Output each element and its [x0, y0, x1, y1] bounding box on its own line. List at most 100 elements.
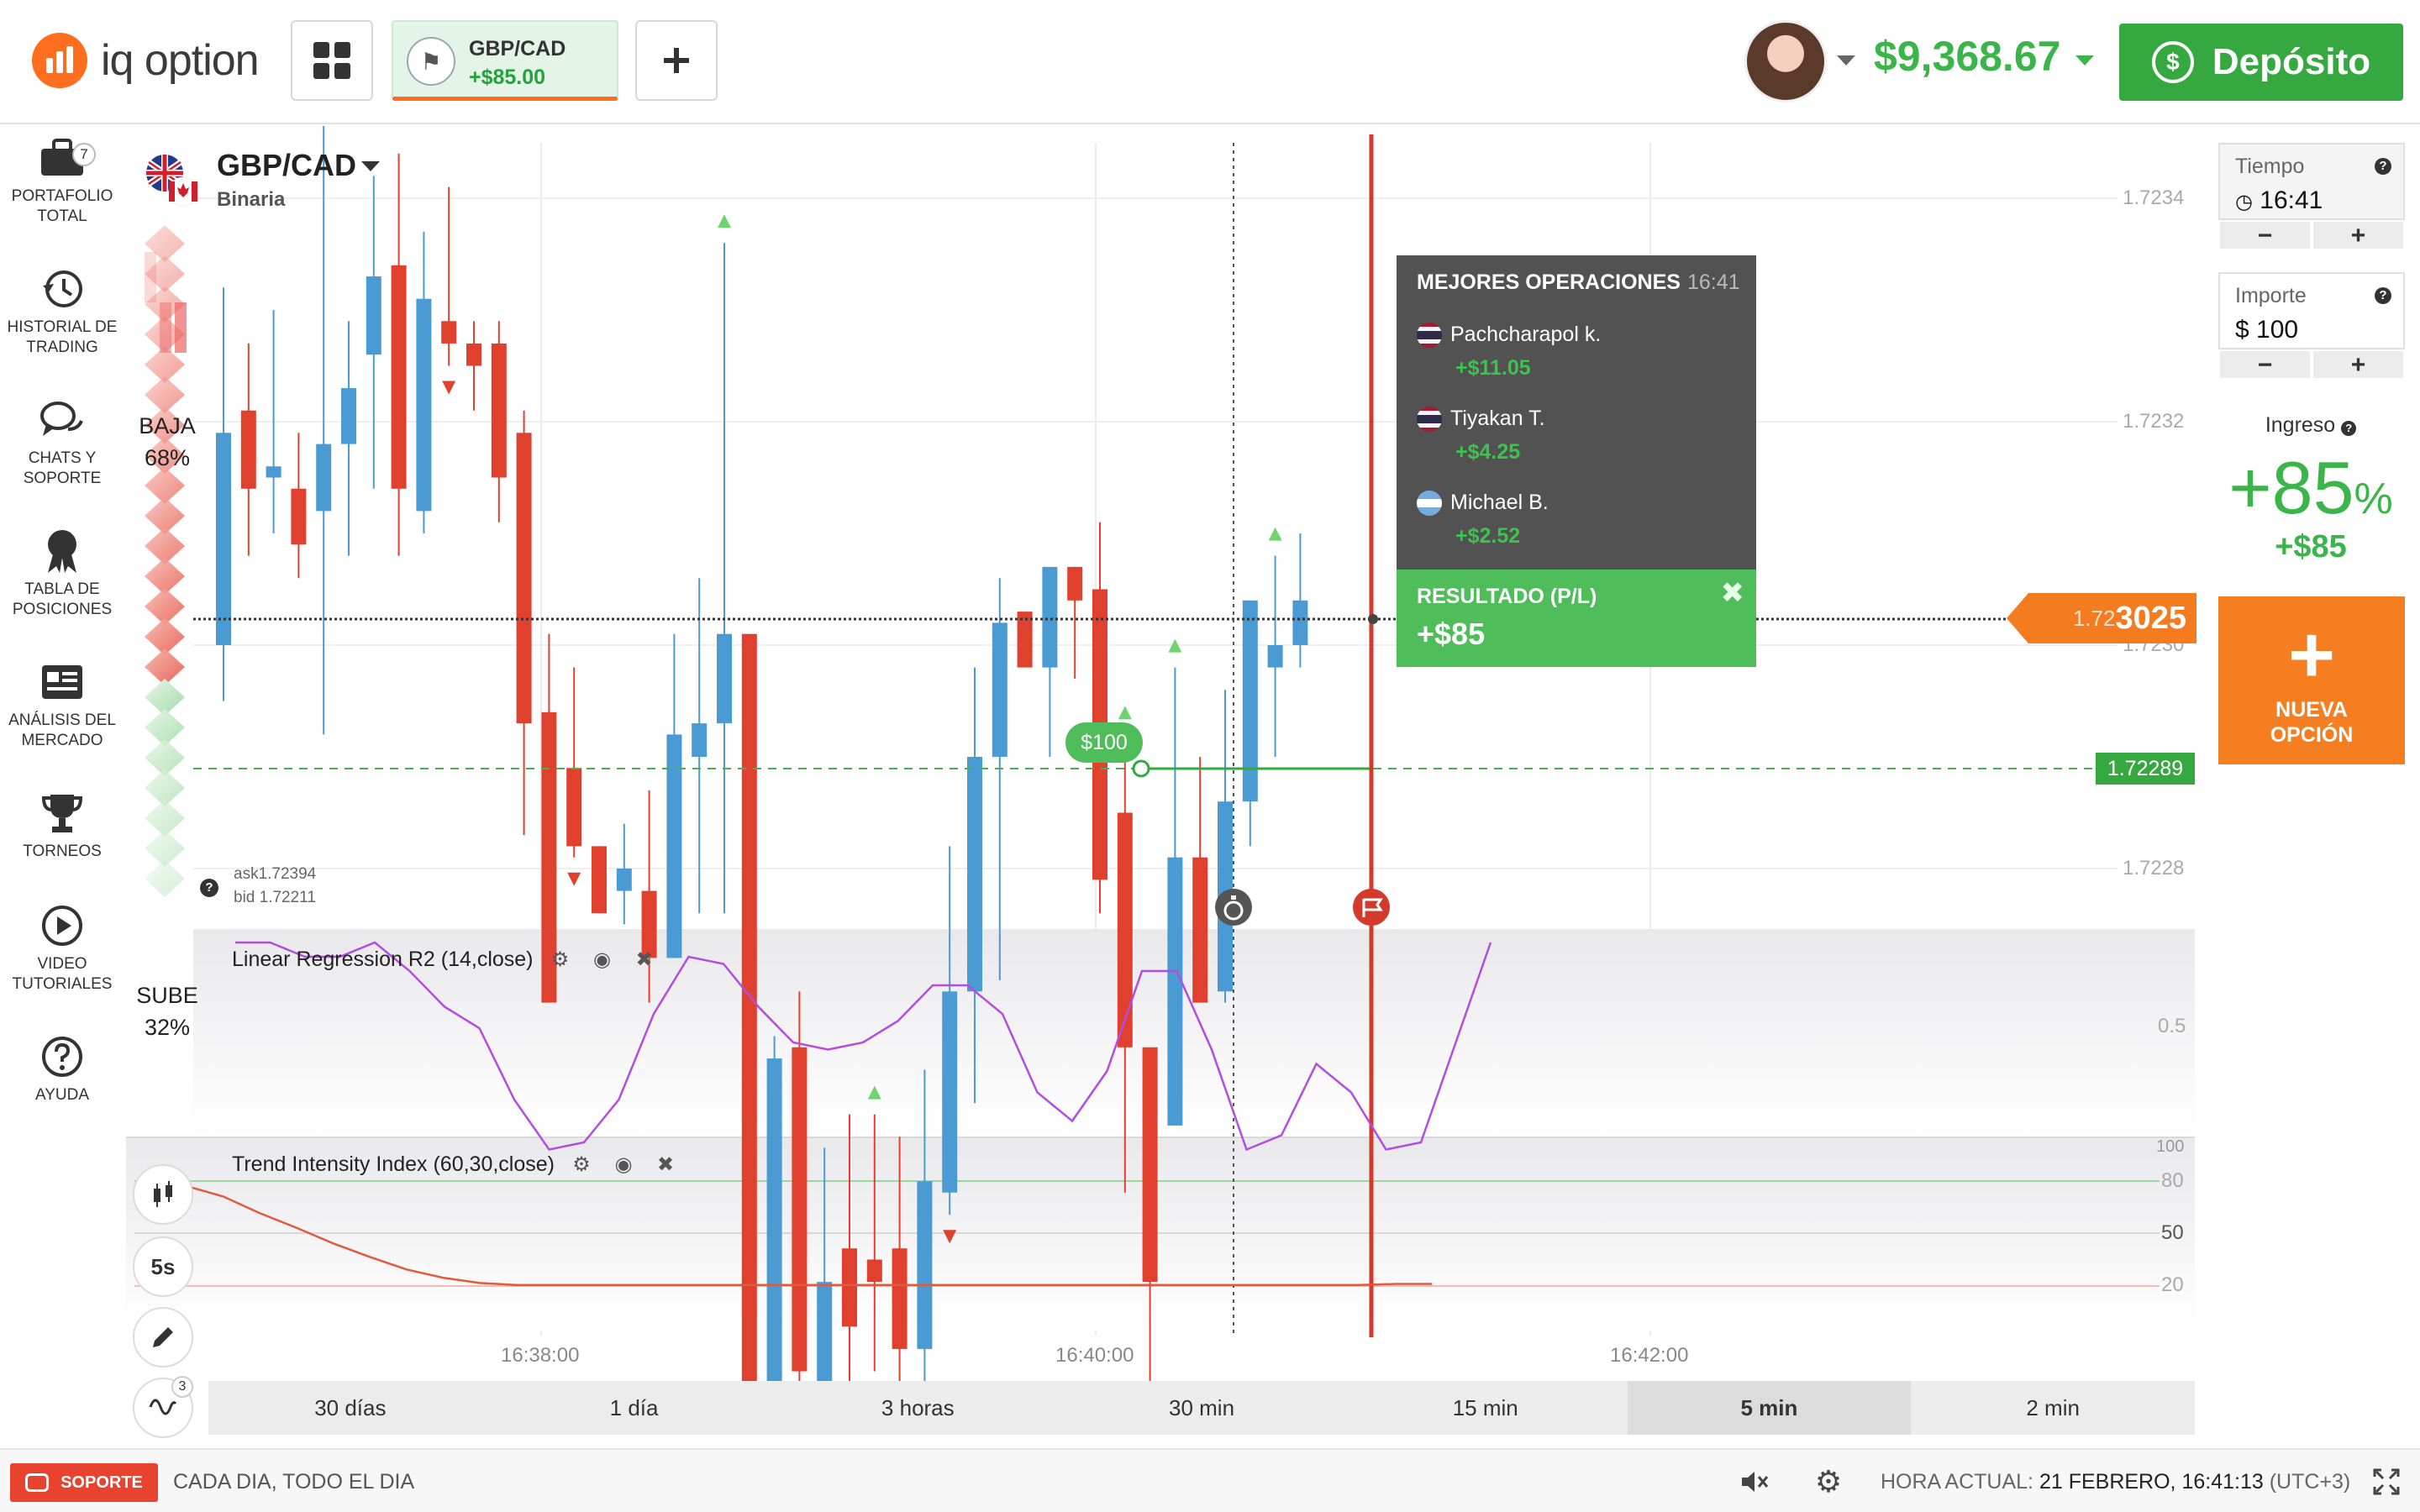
sound-mute-icon[interactable]	[1738, 1465, 1771, 1499]
sidebar-label: PORTAFOLIO	[11, 187, 113, 205]
help-icon[interactable]: ?	[2375, 287, 2391, 304]
deposit-button[interactable]: $ Depósito	[2119, 24, 2403, 101]
candle-up	[316, 444, 332, 512]
current-price-tag: 1.72 3025	[2007, 593, 2196, 643]
quote-help-icon[interactable]: ?	[200, 879, 218, 897]
sidebar-item-video-tutorials[interactable]: VIDEO TUTORIALES	[0, 902, 124, 995]
current-price-prefix: 1.72	[2072, 605, 2116, 631]
time-increase-button[interactable]: +	[2312, 220, 2405, 250]
trade-panel: Tiempo ? ◷ 16:41 − + Importe ? $ 100 − +…	[2202, 126, 2420, 1445]
timeframe-option[interactable]: 15 min	[1344, 1381, 1628, 1435]
time-stepper: − +	[2218, 220, 2405, 250]
timeframe-option[interactable]: 2 min	[1911, 1381, 2195, 1435]
indicator-trend-intensity: Trend Intensity Index (60,30,close) ⚙ ◉ …	[232, 1152, 696, 1177]
fullscreen-icon[interactable]	[2370, 1465, 2403, 1499]
candle-down	[592, 846, 607, 914]
asset-tab-gbp-cad[interactable]: ⚑ GBP/CAD +$85.00	[392, 20, 618, 101]
sidebar-item-leaderboard[interactable]: TABLA DE POSICIONES	[0, 528, 124, 620]
timeframe-option[interactable]: 30 min	[1060, 1381, 1344, 1435]
sidebar-label: ANÁLISIS DEL	[8, 711, 116, 729]
gear-icon[interactable]: ⚙	[549, 948, 572, 972]
balance-chevron-down-icon[interactable]	[2075, 55, 2094, 66]
sidebar-item-history[interactable]: HISTORIAL DE TRADING	[0, 265, 124, 358]
sidebar-item-tournaments[interactable]: TORNEOS	[0, 790, 124, 862]
logo-text: iq option	[101, 36, 260, 85]
price-chart[interactable]	[126, 126, 2196, 1386]
account-balance[interactable]: $9,368.67	[1874, 32, 2060, 81]
sidebar-item-market-analysis[interactable]: ANÁLISIS DEL MERCADO	[0, 659, 124, 751]
chevron-down-icon[interactable]	[1837, 55, 1855, 66]
best-trades-heading: MEJORES OPERACIONES	[1417, 270, 1681, 294]
investment-bubble[interactable]: $100	[1065, 722, 1143, 763]
income-percent: +85%	[2202, 445, 2420, 531]
chart-canvas[interactable]	[126, 126, 2196, 1386]
asset-grid-button[interactable]	[291, 20, 373, 101]
down-arrow-icon	[442, 381, 456, 395]
new-option-button[interactable]: + NUEVA OPCIÓN	[2218, 596, 2405, 764]
indicators-count-badge: 3	[171, 1376, 193, 1398]
y-tick: 1.7232	[2123, 410, 2185, 433]
sidebar-item-help[interactable]: AYUDA	[0, 1033, 124, 1105]
indicators-button[interactable]: 3	[133, 1376, 193, 1438]
x-tick: 16:38:00	[501, 1344, 580, 1367]
candle-up	[366, 276, 381, 355]
iq-option-logo[interactable]: iq option	[32, 30, 260, 91]
amount-decrease-button[interactable]: −	[2218, 349, 2312, 380]
amount-value[interactable]: $ 100	[2235, 316, 2298, 344]
timeframe-option[interactable]: 3 horas	[776, 1381, 1060, 1435]
sidebar-label: TRADING	[26, 339, 98, 356]
support-button[interactable]: SOPORTE	[10, 1463, 158, 1502]
candle-up	[1242, 600, 1258, 802]
amount-increase-button[interactable]: +	[2312, 349, 2405, 380]
close-icon[interactable]: ✖	[1721, 576, 1745, 610]
expiry-time-field[interactable]: Tiempo ? ◷ 16:41	[2218, 143, 2405, 220]
sidebar-label: TOTAL	[37, 207, 87, 225]
eye-icon[interactable]: ◉	[591, 948, 614, 972]
time-label: Tiempo	[2235, 155, 2305, 178]
candle-interval-button[interactable]: 5s	[133, 1236, 193, 1297]
eye-icon[interactable]: ◉	[612, 1153, 635, 1177]
sentiment-up-label: SUBE	[136, 983, 198, 1008]
history-icon	[39, 265, 86, 312]
gear-icon[interactable]: ⚙	[570, 1153, 593, 1177]
sidebar-label: VIDEO	[37, 955, 87, 973]
chart-type-button[interactable]	[133, 1164, 193, 1225]
pencil-icon	[153, 1327, 173, 1347]
candle-down	[175, 302, 187, 353]
timeframe-option[interactable]: 1 día	[492, 1381, 776, 1435]
trader-name: Pachcharapol k.	[1450, 323, 1602, 346]
sentiment-down-pct: 68%	[144, 445, 191, 470]
help-icon[interactable]: ?	[2375, 158, 2391, 175]
settings-gear-icon[interactable]: ⚙	[1812, 1464, 1845, 1499]
y-tick: 1.7228	[2123, 857, 2185, 879]
sidebar-item-chats[interactable]: CHATS Y SOPORTE	[0, 396, 124, 489]
timeframe-option[interactable]: 5 min	[1627, 1381, 1912, 1435]
candle-up	[817, 1282, 833, 1386]
gbp-cad-flag-icon[interactable]	[145, 153, 200, 208]
candle-up	[616, 869, 632, 891]
time-decrease-button[interactable]: −	[2218, 220, 2312, 250]
amount-field[interactable]: Importe ? $ 100	[2218, 272, 2405, 349]
candle-up	[717, 633, 732, 724]
x-tick: 16:42:00	[1610, 1344, 1689, 1367]
asset-chevron-down-icon[interactable]	[361, 161, 380, 171]
candle-down	[1142, 1047, 1158, 1283]
support-tagline: CADA DIA, TODO EL DIA	[173, 1470, 415, 1494]
close-icon[interactable]: ✖	[654, 1153, 677, 1177]
sidebar-label: POSICIONES	[12, 601, 113, 618]
y-tick: 50	[2161, 1221, 2184, 1244]
candle-up	[1167, 857, 1183, 1126]
timeframe-option[interactable]: 30 días	[208, 1381, 492, 1435]
asset-name[interactable]: GBP/CAD	[217, 148, 356, 183]
close-icon[interactable]: ✖	[633, 948, 656, 972]
finish-flag-icon[interactable]	[1353, 889, 1390, 926]
sidebar-label: SOPORTE	[23, 470, 102, 487]
indicator-title: Linear Regression R2 (14,close)	[232, 948, 534, 971]
add-asset-button[interactable]	[635, 20, 718, 101]
avatar[interactable]	[1744, 20, 1827, 102]
time-value[interactable]: ◷ 16:41	[2235, 186, 2323, 215]
sidebar-item-portfolio[interactable]: 7 PORTAFOLIO TOTAL	[0, 134, 124, 227]
up-arrow-icon	[1268, 527, 1282, 541]
drawing-tools-button[interactable]	[133, 1307, 193, 1368]
help-icon[interactable]: ?	[2341, 421, 2357, 436]
